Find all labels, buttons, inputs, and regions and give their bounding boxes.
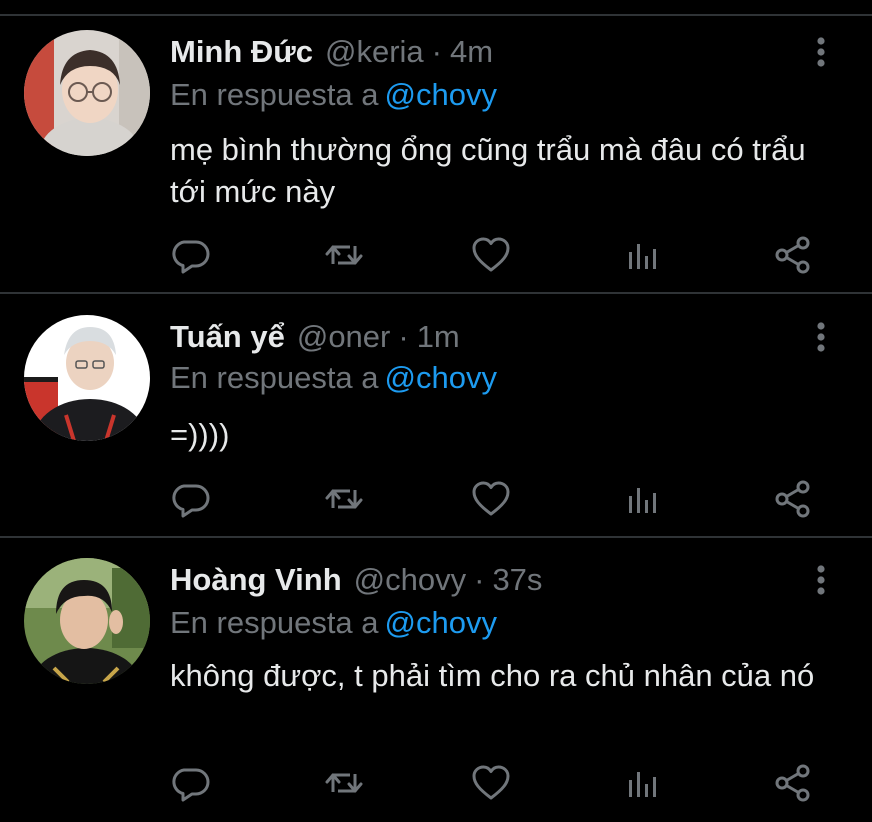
- avatar[interactable]: [24, 315, 150, 441]
- tweet-header: Tuấn yể @oner · 1m: [170, 317, 460, 357]
- reply-context: En respuesta a @chovy: [170, 603, 497, 643]
- user-handle[interactable]: @chovy: [354, 562, 466, 597]
- reply-prefix: En respuesta a: [170, 605, 379, 640]
- analytics-bars-icon: [629, 488, 656, 513]
- like-button[interactable]: [471, 479, 511, 519]
- tweet-text: không được, t phải tìm cho ra chủ nhân c…: [170, 658, 815, 693]
- reply-bubble-icon: [172, 484, 210, 518]
- share-icon: [775, 236, 810, 274]
- tweet-header: Hoàng Vinh @chovy · 37s: [170, 560, 542, 600]
- display-name[interactable]: Tuấn yể: [170, 319, 285, 354]
- like-button[interactable]: [471, 235, 511, 275]
- analytics-bars-icon: [629, 772, 656, 797]
- reply-prefix: En respuesta a: [170, 360, 379, 395]
- timestamp[interactable]: 4m: [450, 34, 493, 69]
- tweet-text: mẹ bình thường ổng cũng trẩu mà đâu có t…: [170, 132, 806, 209]
- reply-button[interactable]: [170, 235, 210, 275]
- reply-button[interactable]: [170, 479, 210, 519]
- separator-dot: ·: [474, 562, 485, 597]
- reply-bubble-icon: [172, 240, 210, 274]
- avatar[interactable]: [24, 30, 150, 156]
- retweet-icon: [325, 245, 363, 265]
- more-options-button[interactable]: [806, 560, 836, 600]
- retweet-button[interactable]: [324, 235, 364, 275]
- heart-icon: [472, 237, 510, 272]
- share-icon: [775, 764, 810, 802]
- heart-icon: [472, 765, 510, 800]
- reply-prefix: En respuesta a: [170, 77, 379, 112]
- more-vertical-icon: [817, 565, 825, 595]
- retweet-icon: [325, 489, 363, 509]
- tweet-header: Minh Đức @keria · 4m: [170, 32, 493, 72]
- display-name[interactable]: Minh Đức: [170, 34, 313, 69]
- reply-button[interactable]: [170, 763, 210, 803]
- share-button[interactable]: [773, 763, 813, 803]
- reply-mention-link[interactable]: @chovy: [385, 360, 497, 395]
- like-button[interactable]: [471, 763, 511, 803]
- separator-dot: ·: [431, 34, 442, 69]
- tweet-text: =)))): [170, 417, 230, 452]
- reply-context: En respuesta a @chovy: [170, 75, 497, 115]
- tweet-2[interactable]: Tuấn yể @oner · 1m En respuesta a @chovy =))…: [0, 294, 872, 536]
- share-button[interactable]: [773, 479, 813, 519]
- separator-dot: ·: [398, 319, 409, 354]
- share-button[interactable]: [773, 235, 813, 275]
- analytics-button[interactable]: [624, 479, 664, 519]
- retweet-button[interactable]: [324, 763, 364, 803]
- user-handle[interactable]: @oner: [297, 319, 391, 354]
- display-name[interactable]: Hoàng Vinh: [170, 562, 342, 597]
- retweet-button[interactable]: [324, 479, 364, 519]
- more-vertical-icon: [817, 37, 825, 67]
- reply-context: En respuesta a @chovy: [170, 358, 497, 398]
- share-icon: [775, 480, 810, 518]
- tweet-1[interactable]: Minh Đức @keria · 4m En respuesta a @chovy m…: [0, 0, 872, 292]
- user-handle[interactable]: @keria: [325, 34, 424, 69]
- timestamp[interactable]: 37s: [492, 562, 542, 597]
- analytics-bars-icon: [629, 244, 656, 269]
- avatar[interactable]: [24, 558, 150, 684]
- heart-icon: [472, 481, 510, 516]
- analytics-button[interactable]: [624, 235, 664, 275]
- more-options-button[interactable]: [806, 317, 836, 357]
- timestamp[interactable]: 1m: [417, 319, 460, 354]
- tweet-3[interactable]: Hoàng Vinh @chovy · 37s En respuesta a @chov…: [0, 538, 872, 822]
- reply-bubble-icon: [172, 768, 210, 802]
- more-vertical-icon: [817, 322, 825, 352]
- retweet-icon: [325, 773, 363, 793]
- reply-mention-link[interactable]: @chovy: [385, 605, 497, 640]
- reply-mention-link[interactable]: @chovy: [385, 77, 497, 112]
- more-options-button[interactable]: [806, 32, 836, 72]
- analytics-button[interactable]: [624, 763, 664, 803]
